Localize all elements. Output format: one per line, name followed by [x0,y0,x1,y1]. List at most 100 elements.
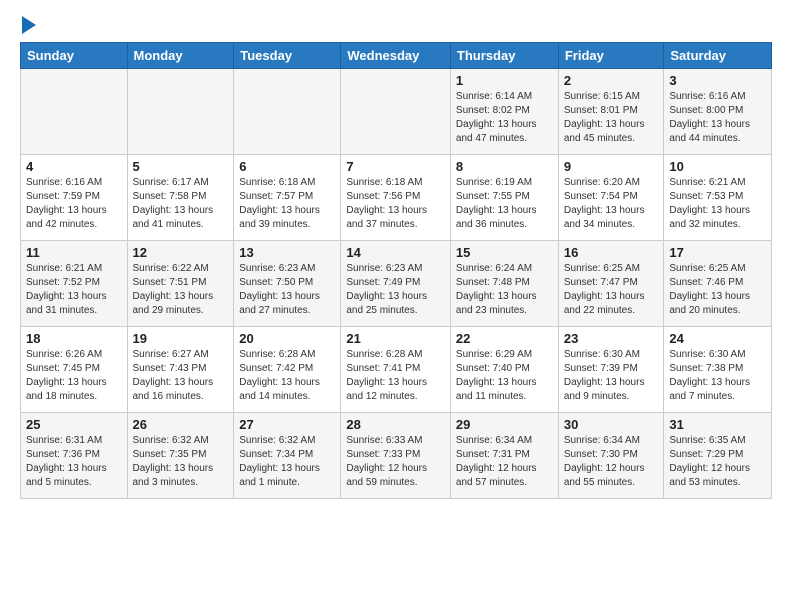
calendar-day-cell: 2 Sunrise: 6:15 AMSunset: 8:01 PMDaylight… [558,69,664,155]
day-number: 15 [456,245,553,260]
day-info: Sunrise: 6:33 AMSunset: 7:33 PMDaylight:… [346,434,445,490]
calendar-day-cell: 12 Sunrise: 6:22 AMSunset: 7:51 PMDayligh… [127,241,234,327]
calendar-header-saturday: Saturday [664,43,772,69]
day-info: Sunrise: 6:28 AMSunset: 7:41 PMDaylight:… [346,348,445,404]
day-number: 29 [456,417,553,432]
day-info: Sunrise: 6:26 AMSunset: 7:45 PMDaylight:… [26,348,122,404]
calendar-day-cell [127,69,234,155]
day-number: 20 [239,331,335,346]
day-number: 14 [346,245,445,260]
day-info: Sunrise: 6:19 AMSunset: 7:55 PMDaylight:… [456,176,553,232]
day-info: Sunrise: 6:24 AMSunset: 7:48 PMDaylight:… [456,262,553,318]
calendar-day-cell: 4 Sunrise: 6:16 AMSunset: 7:59 PMDaylight… [21,155,128,241]
calendar-table: SundayMondayTuesdayWednesdayThursdayFrid… [20,42,772,499]
day-number: 8 [456,159,553,174]
day-info: Sunrise: 6:20 AMSunset: 7:54 PMDaylight:… [564,176,659,232]
day-number: 5 [133,159,229,174]
day-number: 23 [564,331,659,346]
day-number: 12 [133,245,229,260]
day-number: 11 [26,245,122,260]
day-info: Sunrise: 6:32 AMSunset: 7:34 PMDaylight:… [239,434,335,490]
day-info: Sunrise: 6:32 AMSunset: 7:35 PMDaylight:… [133,434,229,490]
day-number: 9 [564,159,659,174]
calendar-day-cell: 22 Sunrise: 6:29 AMSunset: 7:40 PMDayligh… [450,327,558,413]
day-info: Sunrise: 6:15 AMSunset: 8:01 PMDaylight:… [564,90,659,146]
day-number: 16 [564,245,659,260]
logo-arrow-icon [22,16,36,34]
day-number: 28 [346,417,445,432]
day-number: 18 [26,331,122,346]
day-info: Sunrise: 6:29 AMSunset: 7:40 PMDaylight:… [456,348,553,404]
day-info: Sunrise: 6:22 AMSunset: 7:51 PMDaylight:… [133,262,229,318]
day-number: 27 [239,417,335,432]
calendar-day-cell: 1 Sunrise: 6:14 AMSunset: 8:02 PMDaylight… [450,69,558,155]
calendar-day-cell: 29 Sunrise: 6:34 AMSunset: 7:31 PMDayligh… [450,413,558,499]
calendar-header-row: SundayMondayTuesdayWednesdayThursdayFrid… [21,43,772,69]
day-number: 25 [26,417,122,432]
calendar-day-cell: 8 Sunrise: 6:19 AMSunset: 7:55 PMDaylight… [450,155,558,241]
calendar-day-cell: 9 Sunrise: 6:20 AMSunset: 7:54 PMDaylight… [558,155,664,241]
day-number: 17 [669,245,766,260]
day-info: Sunrise: 6:18 AMSunset: 7:56 PMDaylight:… [346,176,445,232]
day-info: Sunrise: 6:18 AMSunset: 7:57 PMDaylight:… [239,176,335,232]
calendar-day-cell: 26 Sunrise: 6:32 AMSunset: 7:35 PMDayligh… [127,413,234,499]
day-info: Sunrise: 6:25 AMSunset: 7:47 PMDaylight:… [564,262,659,318]
day-info: Sunrise: 6:35 AMSunset: 7:29 PMDaylight:… [669,434,766,490]
calendar-week-row: 25 Sunrise: 6:31 AMSunset: 7:36 PMDayligh… [21,413,772,499]
header [20,16,772,34]
calendar-day-cell: 11 Sunrise: 6:21 AMSunset: 7:52 PMDayligh… [21,241,128,327]
day-info: Sunrise: 6:27 AMSunset: 7:43 PMDaylight:… [133,348,229,404]
calendar-day-cell: 21 Sunrise: 6:28 AMSunset: 7:41 PMDayligh… [341,327,451,413]
day-info: Sunrise: 6:30 AMSunset: 7:39 PMDaylight:… [564,348,659,404]
day-number: 22 [456,331,553,346]
calendar-day-cell: 13 Sunrise: 6:23 AMSunset: 7:50 PMDayligh… [234,241,341,327]
calendar-day-cell [234,69,341,155]
calendar-day-cell: 14Sunrise: 6:23 AMSunset: 7:49 PMDayligh… [341,241,451,327]
day-number: 26 [133,417,229,432]
day-info: Sunrise: 6:21 AMSunset: 7:53 PMDaylight:… [669,176,766,232]
calendar-day-cell: 28 Sunrise: 6:33 AMSunset: 7:33 PMDayligh… [341,413,451,499]
calendar-day-cell: 3Sunrise: 6:16 AMSunset: 8:00 PMDaylight… [664,69,772,155]
calendar-day-cell: 18 Sunrise: 6:26 AMSunset: 7:45 PMDayligh… [21,327,128,413]
day-number: 1 [456,73,553,88]
calendar-day-cell: 30 Sunrise: 6:34 AMSunset: 7:30 PMDayligh… [558,413,664,499]
day-info: Sunrise: 6:21 AMSunset: 7:52 PMDaylight:… [26,262,122,318]
day-number: 30 [564,417,659,432]
calendar-day-cell: 31 Sunrise: 6:35 AMSunset: 7:29 PMDayligh… [664,413,772,499]
calendar-week-row: 1 Sunrise: 6:14 AMSunset: 8:02 PMDaylight… [21,69,772,155]
calendar-day-cell [341,69,451,155]
day-number: 2 [564,73,659,88]
calendar-day-cell: 10 Sunrise: 6:21 AMSunset: 7:53 PMDayligh… [664,155,772,241]
calendar-day-cell: 5 Sunrise: 6:17 AMSunset: 7:58 PMDaylight… [127,155,234,241]
calendar-week-row: 18 Sunrise: 6:26 AMSunset: 7:45 PMDayligh… [21,327,772,413]
day-info: Sunrise: 6:34 AMSunset: 7:31 PMDaylight:… [456,434,553,490]
day-info: Sunrise: 6:30 AMSunset: 7:38 PMDaylight:… [669,348,766,404]
day-number: 7 [346,159,445,174]
day-info: Sunrise: 6:34 AMSunset: 7:30 PMDaylight:… [564,434,659,490]
day-info: Sunrise: 6:16 AMSunset: 7:59 PMDaylight:… [26,176,122,232]
day-info: Sunrise: 6:23 AMSunset: 7:50 PMDaylight:… [239,262,335,318]
day-number: 13 [239,245,335,260]
day-number: 31 [669,417,766,432]
day-number: 10 [669,159,766,174]
day-info: Sunrise: 6:25 AMSunset: 7:46 PMDaylight:… [669,262,766,318]
day-info: Sunrise: 6:31 AMSunset: 7:36 PMDaylight:… [26,434,122,490]
day-number: 21 [346,331,445,346]
calendar-day-cell: 16 Sunrise: 6:25 AMSunset: 7:47 PMDayligh… [558,241,664,327]
day-info: Sunrise: 6:28 AMSunset: 7:42 PMDaylight:… [239,348,335,404]
calendar-header-sunday: Sunday [21,43,128,69]
day-info: Sunrise: 6:17 AMSunset: 7:58 PMDaylight:… [133,176,229,232]
calendar-day-cell: 7 Sunrise: 6:18 AMSunset: 7:56 PMDaylight… [341,155,451,241]
calendar-day-cell: 19 Sunrise: 6:27 AMSunset: 7:43 PMDayligh… [127,327,234,413]
calendar-week-row: 11 Sunrise: 6:21 AMSunset: 7:52 PMDayligh… [21,241,772,327]
day-number: 19 [133,331,229,346]
calendar-header-friday: Friday [558,43,664,69]
day-info: Sunrise: 6:14 AMSunset: 8:02 PMDaylight:… [456,90,553,146]
calendar-day-cell: 6 Sunrise: 6:18 AMSunset: 7:57 PMDaylight… [234,155,341,241]
calendar-day-cell: 27 Sunrise: 6:32 AMSunset: 7:34 PMDayligh… [234,413,341,499]
calendar-header-tuesday: Tuesday [234,43,341,69]
day-number: 4 [26,159,122,174]
day-number: 3 [669,73,766,88]
day-number: 6 [239,159,335,174]
logo [20,16,36,34]
